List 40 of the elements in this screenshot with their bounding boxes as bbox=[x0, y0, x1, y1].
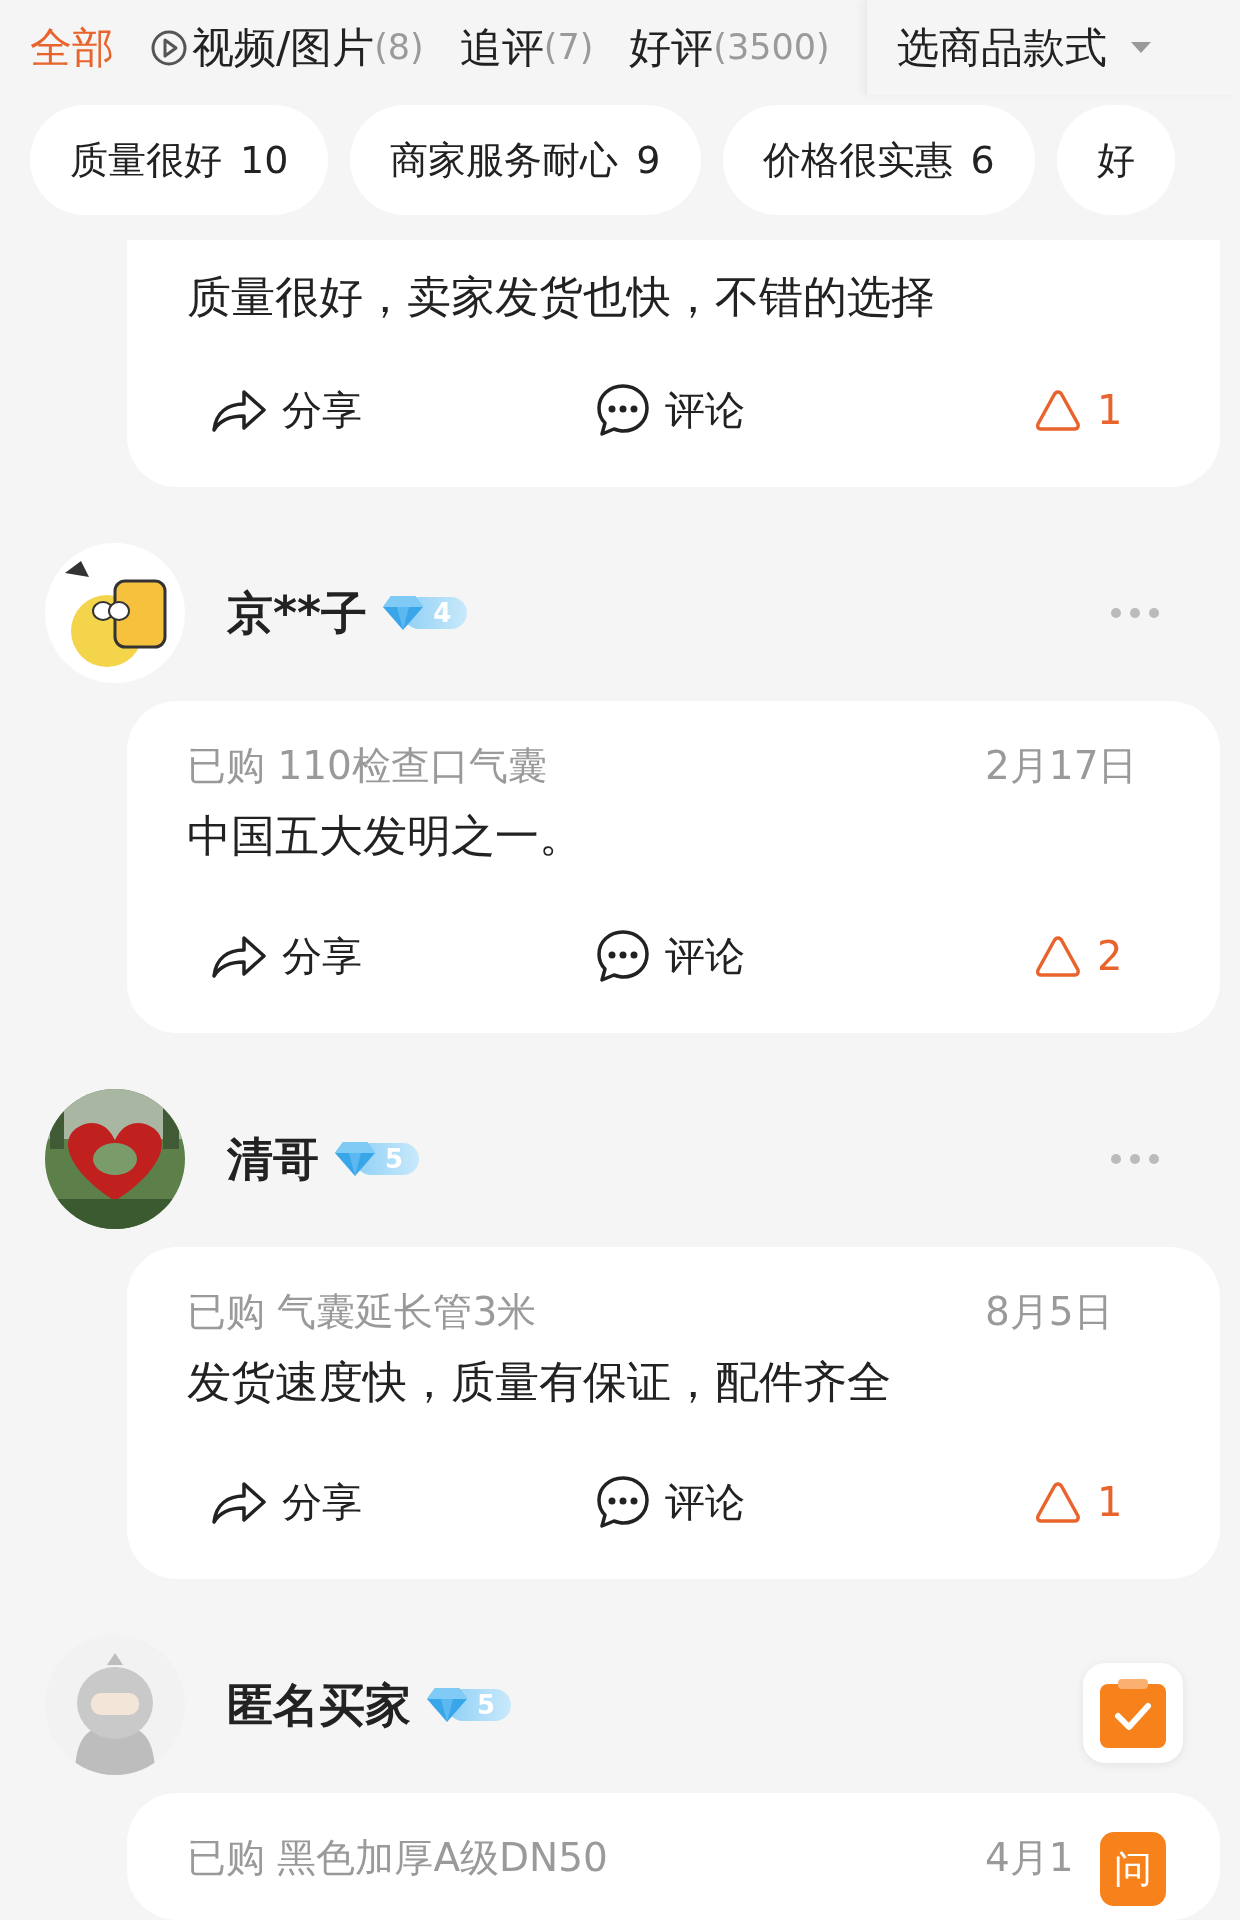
review-text: 发货速度快，质量有保证，配件齐全 bbox=[187, 1355, 892, 1409]
review-date: 4月1 bbox=[985, 1833, 1074, 1882]
comment-icon bbox=[595, 928, 651, 984]
caret-icon bbox=[1130, 42, 1151, 53]
purchase-info: 已购 110检查口气囊 bbox=[187, 741, 547, 790]
comment-button[interactable]: 评论 bbox=[595, 926, 1035, 986]
filter-tab[interactable]: 视频/图片(8) bbox=[150, 16, 424, 79]
tag-chip[interactable]: 质量很好 10 bbox=[30, 105, 329, 215]
style-dropdown[interactable]: 选商品款式 bbox=[865, 0, 1240, 95]
comment-icon bbox=[595, 1474, 651, 1530]
filter-tab[interactable]: 追评(7) bbox=[459, 16, 594, 79]
level-number: 4 bbox=[433, 600, 452, 626]
clipboard-button[interactable] bbox=[1083, 1663, 1183, 1763]
comment-button[interactable]: 评论 bbox=[595, 1472, 1035, 1532]
triangle-icon bbox=[1035, 933, 1081, 979]
review-text: 中国五大发明之一。 bbox=[187, 809, 584, 863]
review-date: 8月5日 bbox=[985, 1287, 1113, 1336]
user-name: 京**子 bbox=[227, 584, 368, 642]
triangle-icon bbox=[1035, 387, 1081, 433]
comment-icon bbox=[595, 382, 651, 438]
tag-chip[interactable]: 价格很实惠 6 bbox=[722, 105, 1035, 215]
filter-tab[interactable]: 好评(3500) bbox=[629, 16, 830, 79]
more-icon[interactable] bbox=[1110, 1153, 1160, 1165]
review-text: 质量很好，卖家发货也快，不错的选择 bbox=[187, 270, 936, 324]
level-number: 5 bbox=[477, 1692, 496, 1718]
level-number: 5 bbox=[385, 1146, 404, 1172]
share-button[interactable]: 分享 bbox=[210, 1472, 595, 1532]
triangle-icon bbox=[1035, 1479, 1081, 1525]
play-icon bbox=[150, 28, 188, 67]
purchase-info: 已购 气囊延长管3米 bbox=[187, 1287, 537, 1336]
user-name: 清哥 bbox=[227, 1130, 319, 1188]
share-button[interactable]: 分享 bbox=[210, 926, 595, 986]
tag-chip[interactable]: 商家服务耐心 9 bbox=[350, 105, 701, 215]
purchase-info: 已购 黑色加厚A级DN50 bbox=[187, 1833, 608, 1882]
comment-button[interactable]: 评论 bbox=[595, 380, 1035, 440]
tag-chip[interactable]: 好 bbox=[1056, 105, 1175, 215]
more-icon[interactable] bbox=[1110, 607, 1160, 619]
review-date: 2月17日 bbox=[985, 741, 1138, 790]
share-button[interactable]: 分享 bbox=[210, 380, 595, 440]
user-name: 匿名买家 bbox=[227, 1676, 411, 1734]
